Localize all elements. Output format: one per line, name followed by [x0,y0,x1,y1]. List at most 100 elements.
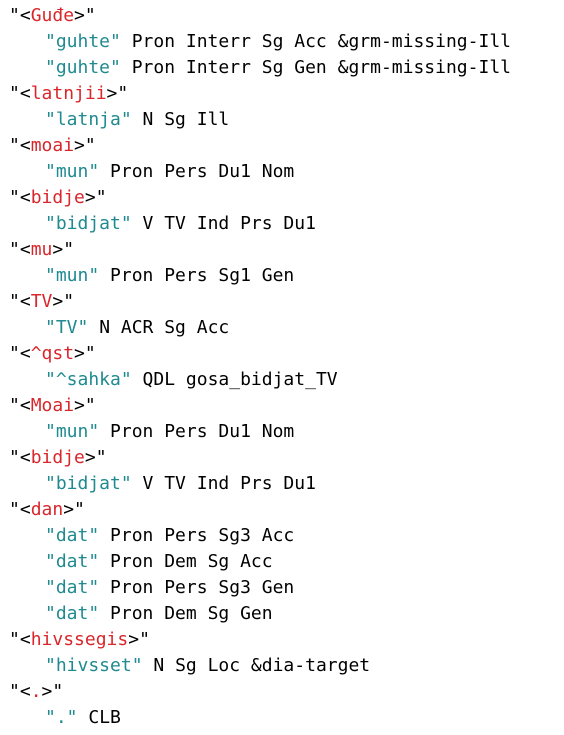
wordform-close-delimiter: >" [52,239,75,260]
wordform-open-delimiter: "< [9,395,31,416]
wordform-close-delimiter: >" [41,681,64,702]
cohort-wordform-line: "<^qst>" [9,341,511,367]
lemma: "dat" [45,603,100,624]
wordform-open-delimiter: "< [9,499,31,520]
lemma: "dat" [45,577,100,598]
wordform-open-delimiter: "< [9,681,31,702]
wordform-open-delimiter: "< [9,83,31,104]
lemma: "^sahka" [45,369,132,390]
wordform: latnjii [30,83,107,104]
morph-tags: N ACR Sg Acc [99,317,230,338]
wordform-close-delimiter: >" [106,83,129,104]
wordform: hivssegis [30,629,129,650]
reading-separator [132,369,143,390]
reading-separator [99,265,110,286]
reading-line: "TV" N ACR Sg Acc [9,315,511,341]
wordform-close-delimiter: >" [52,291,75,312]
reading-separator [143,655,154,676]
reading-line: "dat" Pron Pers Sg3 Acc [9,523,511,549]
reading-separator [121,57,132,78]
morph-tags: Pron Dem Sg Acc [110,551,273,572]
reading-line: "dat" Pron Dem Sg Acc [9,549,511,575]
reading-separator [99,577,110,598]
morph-tags: CLB [88,707,121,728]
lemma: "hivsset" [45,655,143,676]
wordform-open-delimiter: "< [9,343,31,364]
reading-separator [132,473,143,494]
cohort-wordform-line: "<dan>" [9,497,511,523]
lemma: "mun" [45,265,100,286]
cohort-wordform-line: "<bidje>" [9,445,511,471]
lemma: "dat" [45,525,100,546]
wordform-open-delimiter: "< [9,447,31,468]
cohort-wordform-line: "<latnjii>" [9,81,511,107]
reading-separator [99,421,110,442]
reading-line: "dat" Pron Dem Sg Gen [9,601,511,627]
cohort-wordform-line: "<bidje>" [9,185,511,211]
wordform: bidje [30,447,85,468]
wordform-close-delimiter: >" [74,395,96,416]
wordform: mu [30,239,53,260]
wordform: bidje [30,187,85,208]
reading-line: "bidjat" V TV Ind Prs Du1 [9,211,511,237]
cohort-wordform-line: "<Guđe>" [9,3,511,29]
reading-line: "mun" Pron Pers Du1 Nom [9,159,511,185]
lemma: "mun" [45,161,100,182]
morph-tags: QDL gosa_bidjat_TV [142,369,338,390]
wordform: ^qst [30,343,75,364]
analysis-text-view: "<Guđe>" "guhte" Pron Interr Sg Acc &grm-… [0,0,564,735]
lemma: "guhte" [45,57,121,78]
reading-separator [99,525,110,546]
reading-line: "mun" Pron Pers Du1 Nom [9,419,511,445]
reading-separator [132,109,143,130]
lemma: "guhte" [45,31,121,52]
lemma: "bidjat" [45,213,132,234]
wordform-open-delimiter: "< [9,187,31,208]
reading-line: "guhte" Pron Interr Sg Gen &grm-missing-… [9,55,511,81]
wordform: dan [30,499,64,520]
cohort-wordform-line: "<hivssegis>" [9,627,511,653]
morph-tags: V TV Ind Prs Du1 [142,473,316,494]
reading-line: "^sahka" QDL gosa_bidjat_TV [9,367,511,393]
reading-separator [78,707,89,728]
reading-separator [88,317,99,338]
lemma: "mun" [45,421,100,442]
wordform: Moai [30,395,75,416]
wordform: TV [30,291,53,312]
morph-tags: Pron Interr Sg Acc &grm-missing-Ill [131,31,511,52]
morph-tags: Pron Dem Sg Gen [110,603,273,624]
morph-tags: Pron Pers Du1 Nom [110,161,295,182]
morph-tags: Pron Pers Sg3 Acc [110,525,295,546]
wordform-open-delimiter: "< [9,291,31,312]
lemma: "TV" [45,317,89,338]
wordform-open-delimiter: "< [9,629,31,650]
reading-separator [99,551,110,572]
wordform-close-delimiter: >" [74,135,96,156]
wordform-close-delimiter: >" [74,343,96,364]
morph-tags: N Sg Loc &dia-target [153,655,371,676]
reading-line: "latnja" N Sg Ill [9,107,511,133]
reading-separator [132,213,143,234]
morph-tags: Pron Pers Du1 Nom [110,421,295,442]
reading-line: "hivsset" N Sg Loc &dia-target [9,653,511,679]
morph-tags: Pron Interr Sg Gen &grm-missing-Ill [131,57,511,78]
reading-line: "dat" Pron Pers Sg3 Gen [9,575,511,601]
reading-separator [121,31,132,52]
reading-line: "bidjat" V TV Ind Prs Du1 [9,471,511,497]
morph-tags: V TV Ind Prs Du1 [142,213,316,234]
lemma: "latnja" [45,109,132,130]
reading-line: "." CLB [9,705,511,731]
wordform-close-delimiter: >" [84,187,107,208]
wordform-open-delimiter: "< [9,239,31,260]
reading-separator [99,161,110,182]
morph-tags: Pron Pers Sg1 Gen [110,265,295,286]
morph-tags: N Sg Ill [142,109,230,130]
wordform: Guđe [30,5,75,26]
morph-tags: Pron Pers Sg3 Gen [110,577,295,598]
wordform: moai [30,135,75,156]
cg-analysis-output: "<Guđe>" "guhte" Pron Interr Sg Acc &grm-… [9,3,511,731]
cohort-wordform-line: "<mu>" [9,237,511,263]
lemma: "." [45,707,78,728]
wordform-close-delimiter: >" [84,447,107,468]
cohort-wordform-line: "<Moai>" [9,393,511,419]
